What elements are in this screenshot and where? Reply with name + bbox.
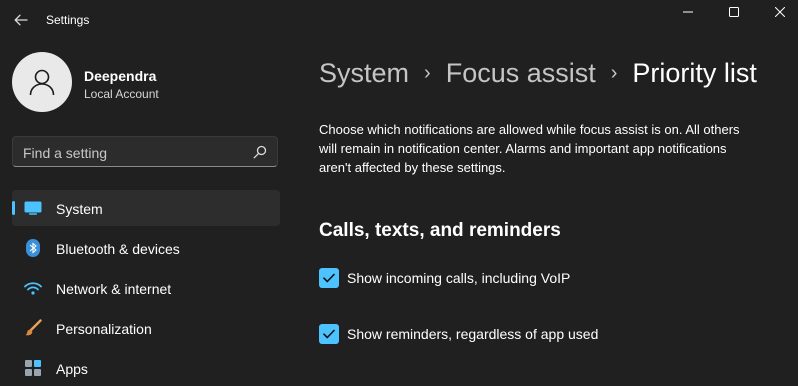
account-type: Local Account <box>84 87 159 101</box>
back-button[interactable] <box>10 9 32 31</box>
active-indicator <box>12 201 15 215</box>
section-title: Calls, texts, and reminders <box>319 220 561 241</box>
brush-icon <box>24 319 42 337</box>
user-icon <box>29 69 55 96</box>
search-icon[interactable] <box>253 145 267 159</box>
option-label: Show incoming calls, including VoIP <box>347 270 571 286</box>
search-box[interactable]: Find a setting <box>12 136 278 167</box>
option-label: Show reminders, regardless of app used <box>347 326 599 342</box>
sidebar-item-system[interactable]: System <box>12 190 280 226</box>
option-incoming-calls[interactable]: Show incoming calls, including VoIP <box>319 267 570 289</box>
checkmark-icon <box>323 329 335 339</box>
page-description: Choose which notifications are allowed w… <box>319 122 740 175</box>
maximize-icon <box>729 7 739 17</box>
breadcrumb-focus-assist[interactable]: Focus assist <box>446 58 596 89</box>
maximize-button[interactable] <box>711 0 757 24</box>
bluetooth-icon <box>24 239 42 257</box>
apps-icon <box>24 359 42 377</box>
sidebar-item-label: Network & internet <box>56 281 172 297</box>
checkmark-icon <box>323 273 335 283</box>
minimize-icon <box>683 11 693 13</box>
breadcrumb-system[interactable]: System <box>319 58 409 89</box>
sidebar-item-apps[interactable]: Apps <box>12 350 280 386</box>
sidebar-item-label: System <box>56 201 103 217</box>
chevron-right-icon: › <box>424 61 431 84</box>
minimize-button[interactable] <box>665 0 711 24</box>
breadcrumb: System › Focus assist › Priority list <box>319 55 757 91</box>
checkbox[interactable] <box>319 268 339 288</box>
sidebar-item-label: Bluetooth & devices <box>56 241 180 257</box>
option-reminders[interactable]: Show reminders, regardless of app used <box>319 323 598 345</box>
chevron-right-icon: › <box>610 61 618 84</box>
search-input[interactable]: Find a setting <box>23 145 107 161</box>
close-icon <box>775 7 785 17</box>
back-arrow-icon <box>14 14 28 26</box>
sidebar-item-label: Apps <box>56 361 88 377</box>
checkbox[interactable] <box>319 324 339 344</box>
sidebar-item-network[interactable]: Network & internet <box>12 270 280 306</box>
page-title: Priority list <box>632 57 757 88</box>
avatar <box>12 52 72 112</box>
title-bar: Settings <box>0 0 798 40</box>
user-name: Deependra <box>84 68 157 84</box>
wifi-icon <box>24 279 42 297</box>
sidebar-item-personalization[interactable]: Personalization <box>12 310 280 346</box>
sidebar-item-label: Personalization <box>56 321 152 337</box>
app-title: Settings <box>46 13 90 27</box>
close-button[interactable] <box>757 0 798 24</box>
sidebar-item-bluetooth[interactable]: Bluetooth & devices <box>12 230 280 266</box>
monitor-icon <box>24 199 42 217</box>
